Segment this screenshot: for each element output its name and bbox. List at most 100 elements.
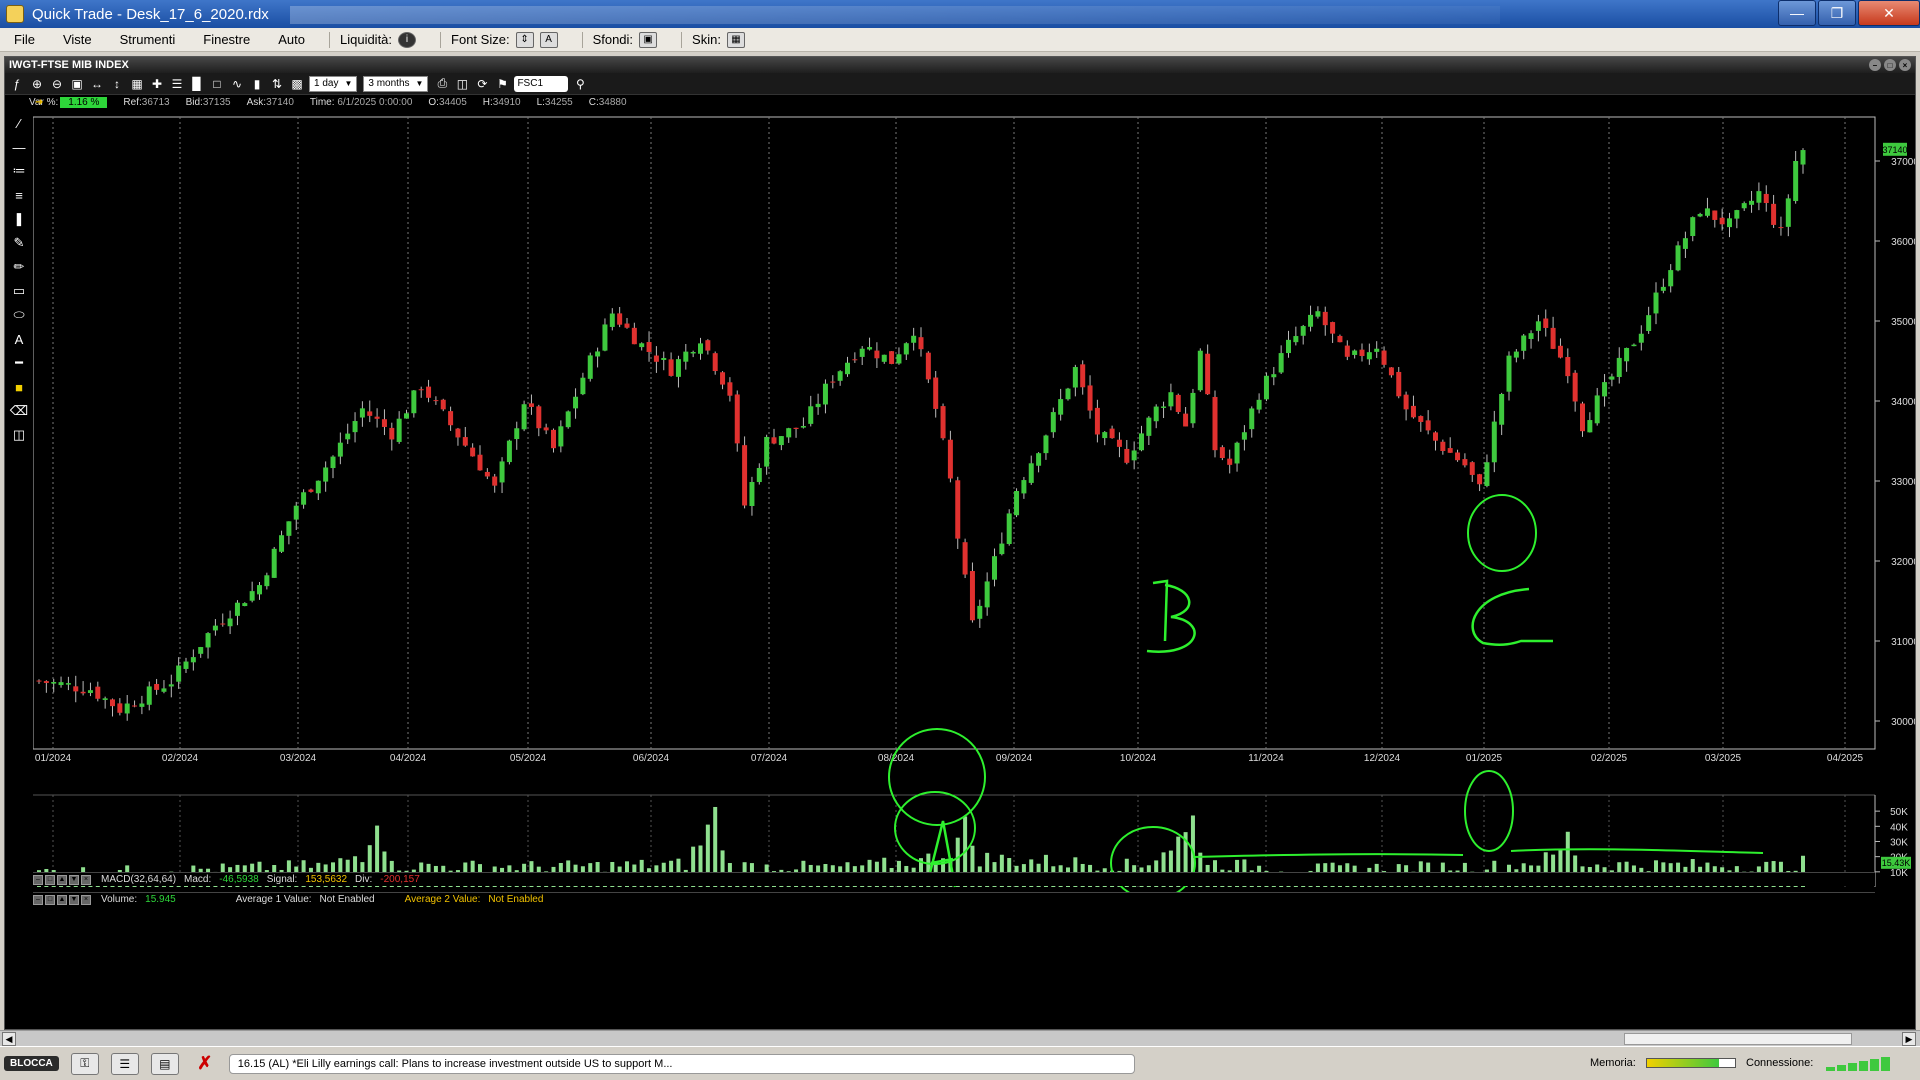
annotation-volume-line-1 (1192, 853, 1464, 858)
refresh-icon[interactable]: ⟳ (474, 76, 490, 92)
eraser-icon[interactable]: ⌫ (9, 401, 29, 421)
zoom-fit-icon[interactable]: ▣ (69, 76, 85, 92)
chart-close-button[interactable]: × (1899, 59, 1911, 71)
line-chart-icon[interactable]: ∿ (229, 76, 245, 92)
window-icon[interactable]: □ (209, 76, 225, 92)
skin-picker-icon[interactable]: ▦ (726, 31, 745, 48)
panel-down-icon[interactable]: ▼ (69, 874, 79, 885)
candle-body (1352, 350, 1358, 355)
bar-style-icon[interactable]: ▉ (189, 76, 205, 92)
candle-body (573, 396, 579, 409)
zoom-in-icon[interactable]: ⊕ (29, 76, 45, 92)
price-chart[interactable]: 01/2024 02/2024 03/2024 04/2024 05/2024 06/20… (33, 111, 1915, 923)
background-picker-icon[interactable]: ▣ (639, 31, 658, 48)
scroll-left-icon[interactable]: ◀ (2, 1032, 16, 1046)
candle-body (1197, 350, 1203, 391)
trendline-icon[interactable]: ∕ (9, 113, 29, 133)
signal-bar (1859, 1061, 1868, 1071)
chart-horizontal-scrollbar[interactable]: ◀ ▶ (0, 1030, 1920, 1046)
panel-collapse-icon[interactable]: – (33, 874, 43, 885)
zoom-area-icon[interactable]: ▦ (129, 76, 145, 92)
rectangle-icon[interactable]: ▭ (9, 281, 29, 301)
key-icon[interactable]: ⚿ (70, 1052, 99, 1075)
candlestick-icon[interactable]: ▮ (249, 76, 265, 92)
chart-window-icon[interactable]: ▤ (150, 1052, 179, 1075)
save-icon[interactable]: ◫ (454, 76, 470, 92)
candle-body (1771, 203, 1777, 225)
pitchfork-icon[interactable]: ✎ (9, 233, 29, 253)
menu-file[interactable]: File (0, 32, 49, 47)
print-icon[interactable]: ⎙ (434, 76, 450, 92)
function-icon[interactable]: ƒ (9, 76, 25, 92)
candle-body (1550, 327, 1556, 349)
close-button[interactable]: ✕ (1858, 0, 1920, 26)
candle-body (1072, 367, 1078, 388)
calendar-icon[interactable]: ▩ (289, 76, 305, 92)
alert-icon[interactable]: ⚑ (494, 76, 510, 92)
chart-restore-button[interactable]: □ (1884, 59, 1896, 71)
lock-button[interactable]: BLOCCA (4, 1056, 59, 1071)
panel-up-icon[interactable]: ▲ (57, 874, 67, 885)
line-width-icon[interactable]: ━ (9, 353, 29, 373)
fibonacci-icon[interactable]: ≡ (9, 185, 29, 205)
chart-panels[interactable]: 01/2024 02/2024 03/2024 04/2024 05/2024 06/20… (33, 111, 1915, 923)
list-icon[interactable]: ☰ (169, 76, 185, 92)
symbol-input[interactable]: FSC1 (514, 75, 569, 92)
candle-body (1440, 441, 1446, 451)
candle-body (234, 602, 240, 616)
maximize-button[interactable]: ❐ (1818, 0, 1856, 26)
scroll-right-icon[interactable]: ▶ (1902, 1032, 1916, 1046)
text-icon[interactable]: A (9, 329, 29, 349)
panel-expand-icon[interactable]: □ (45, 894, 55, 905)
scrollbar-thumb[interactable] (1624, 1033, 1852, 1045)
font-icon[interactable]: A (539, 31, 558, 48)
candle-body (1212, 396, 1218, 451)
panel-close-icon[interactable]: × (81, 894, 91, 905)
ellipse-icon[interactable]: ⬭ (9, 305, 29, 325)
horizontal-line-icon[interactable]: — (9, 137, 29, 157)
minimize-button[interactable]: — (1778, 0, 1816, 26)
candle-body (183, 661, 189, 669)
vertical-lines-icon[interactable]: ❚ (9, 209, 29, 229)
panel-expand-icon[interactable]: □ (45, 874, 55, 885)
zoom-vertical-icon[interactable]: ↕ (109, 76, 125, 92)
macd-value: -46,5938 (219, 874, 259, 885)
crosshair-icon[interactable]: ✚ (149, 76, 165, 92)
candle-body (1418, 416, 1424, 422)
candle-body (543, 427, 549, 431)
candle-body (73, 686, 79, 692)
candle-body (1690, 217, 1696, 237)
disconnect-icon[interactable]: ✗ (191, 1053, 219, 1075)
candle-body (396, 418, 402, 442)
candle-body (815, 403, 821, 408)
zoom-horizontal-icon[interactable]: ↔ (89, 76, 105, 92)
menu-auto[interactable]: Auto (264, 32, 319, 47)
menu-strumenti[interactable]: Strumenti (106, 32, 190, 47)
panel-collapse-icon[interactable]: – (33, 894, 43, 905)
y-tick-label: 35000 (1891, 317, 1915, 328)
range-select[interactable]: 3 months ▼ (363, 75, 429, 92)
panel-down-icon[interactable]: ▼ (69, 894, 79, 905)
search-icon[interactable]: ⚲ (572, 76, 588, 92)
info-icon[interactable]: i (398, 31, 417, 48)
panel-up-icon[interactable]: ▲ (57, 894, 67, 905)
color-picker-icon[interactable]: ■ (9, 377, 29, 397)
zoom-out-icon[interactable]: ⊖ (49, 76, 65, 92)
candle-body (595, 351, 601, 357)
news-ticker[interactable]: 16.15 (AL) *Eli Lilly earnings call: Pla… (228, 1053, 1135, 1074)
ohlc-icon[interactable]: ⇅ (269, 76, 285, 92)
menu-finestre[interactable]: Finestre (189, 32, 264, 47)
notes-icon[interactable]: ☰ (110, 1052, 139, 1075)
font-size-stepper-icon[interactable]: ⇕ (515, 31, 534, 48)
candle-body (1322, 311, 1328, 326)
panel-close-icon[interactable]: × (81, 874, 91, 885)
macd-name: MACD(32,64,64) (101, 874, 177, 885)
chart-window-title-bar: IWGT-FTSE MIB INDEX – □ × (5, 57, 1915, 73)
pencil-icon[interactable]: ✏ (9, 257, 29, 277)
chart-minimize-button[interactable]: – (1869, 59, 1881, 71)
parallel-lines-icon[interactable]: ≔ (9, 161, 29, 181)
menu-viste[interactable]: Viste (49, 32, 106, 47)
interval-select[interactable]: 1 day ▼ (309, 75, 358, 92)
trash-icon[interactable]: ◫ (9, 425, 29, 445)
low-field: L:34255 (537, 97, 573, 108)
